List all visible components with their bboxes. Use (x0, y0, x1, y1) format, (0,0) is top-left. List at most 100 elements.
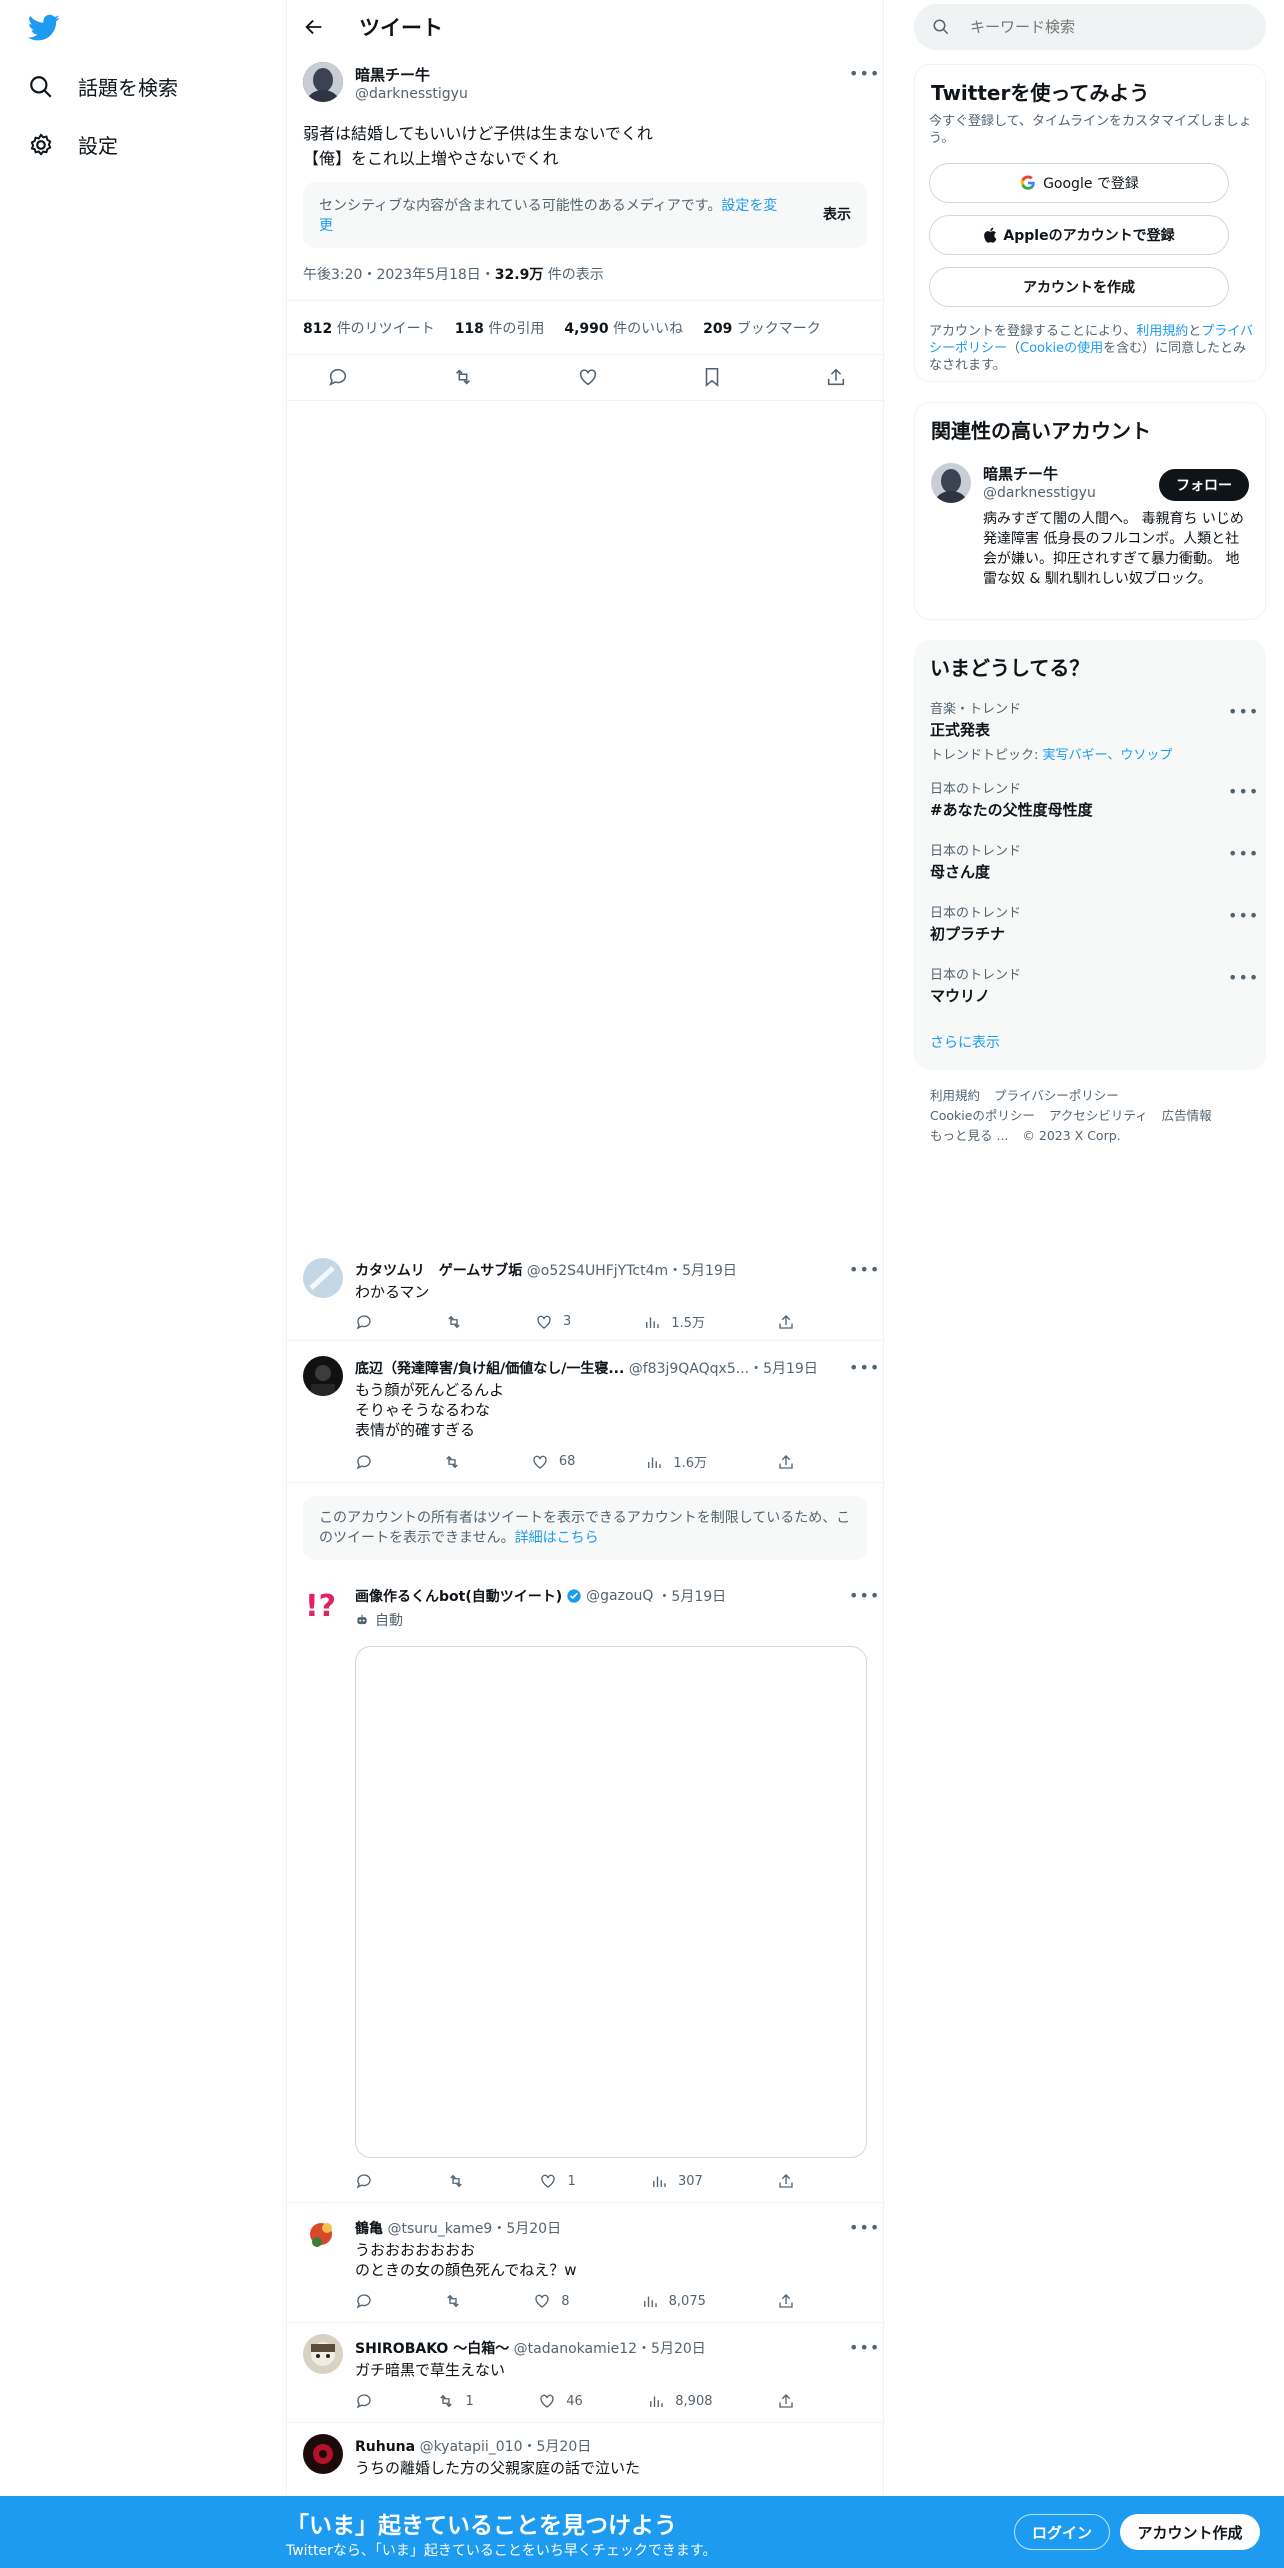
share-icon[interactable] (777, 1312, 795, 1331)
author-handle[interactable]: @darknesstigyu (355, 86, 468, 102)
reply-author-handle[interactable]: @tsuru_kame9 (387, 2221, 492, 2237)
reply-icon[interactable] (355, 2392, 373, 2410)
reply-date[interactable]: ・5月19日 (668, 1263, 737, 1279)
trend-item[interactable]: 日本のトレンド #あなたの父性度母性度 (930, 778, 1250, 820)
trend-item[interactable]: 日本のトレンド 初プラチナ (930, 902, 1250, 944)
avatar[interactable] (931, 463, 971, 503)
views-button[interactable]: 8,908 (647, 2392, 713, 2410)
signup-button[interactable]: アカウント作成 (1120, 2514, 1260, 2550)
views-button[interactable]: 1.6万 (645, 1452, 707, 1471)
like-button[interactable]: 46 (538, 2392, 583, 2410)
retweet-icon[interactable] (445, 1312, 463, 1331)
cookie-link[interactable]: Cookieの使用 (1020, 341, 1103, 356)
trend-topic-links[interactable]: 実写バギー、ウソップ (1043, 748, 1173, 763)
like-icon[interactable] (577, 366, 599, 388)
share-icon[interactable] (777, 2392, 795, 2410)
reply-author-name[interactable]: 鶴亀 (355, 2221, 383, 2237)
login-button[interactable]: ログイン (1014, 2514, 1110, 2550)
footer-link[interactable]: もっと見る ... (930, 1126, 1008, 1146)
avatar[interactable] (303, 1356, 343, 1396)
like-stat[interactable]: 4,990 件のいいね (564, 318, 683, 338)
quote-stat[interactable]: 118 件の引用 (455, 318, 545, 338)
like-button[interactable]: 68 (531, 1452, 575, 1471)
reply-author-handle[interactable]: @o52S4UHFjYTct4m (527, 1263, 668, 1279)
back-arrow-icon[interactable] (303, 16, 325, 38)
avatar[interactable] (303, 62, 343, 102)
reply-author-name[interactable]: 画像作るくんbot(自動ツイート) (355, 1586, 562, 1606)
more-options-icon[interactable]: ••• (849, 1586, 880, 1605)
trend-item[interactable]: 音楽・トレンド 正式発表 トレンドトピック: 実写バギー、ウソップ (930, 698, 1250, 763)
avatar[interactable] (303, 2434, 343, 2474)
share-icon[interactable] (777, 2172, 795, 2190)
more-options-icon[interactable]: ••• (1228, 968, 1259, 987)
reply-author-name[interactable]: 底辺（発達障害/負け組/価値なし/一生寝... (355, 1361, 624, 1377)
apple-signup-button[interactable]: Appleのアカウントで登録 (929, 215, 1229, 255)
more-options-icon[interactable]: ••• (1228, 782, 1259, 801)
reply-date[interactable]: ・5月20日 (637, 2341, 706, 2357)
reply-date[interactable]: ・5月20日 (492, 2221, 561, 2237)
reply-author-name[interactable]: カタツムリ ゲームサブ垢 (355, 1263, 522, 1279)
retweet-icon[interactable] (444, 2292, 462, 2310)
retweet-button[interactable]: 1 (437, 2392, 474, 2410)
retweet-icon[interactable] (447, 2172, 465, 2190)
search-input[interactable] (970, 16, 1250, 38)
footer-link[interactable]: Cookieのポリシー (930, 1106, 1035, 1126)
more-options-icon[interactable]: ••• (1228, 702, 1259, 721)
more-options-icon[interactable]: ••• (849, 1260, 880, 1279)
nav-settings[interactable]: 設定 (28, 130, 118, 159)
reply-date[interactable]: ・5月19日 (657, 1586, 726, 1606)
footer-link[interactable]: 利用規約 (930, 1086, 980, 1106)
like-button[interactable]: 1 (539, 2172, 576, 2190)
more-options-icon[interactable]: ••• (1228, 844, 1259, 863)
more-options-icon[interactable]: ••• (1228, 906, 1259, 925)
reply-author-name[interactable]: Ruhuna (355, 2439, 415, 2455)
trend-item[interactable]: 日本のトレンド マウリノ (930, 964, 1250, 1006)
avatar[interactable]: !? (303, 1582, 343, 1622)
reply-date[interactable]: ・5月19日 (749, 1361, 818, 1377)
avatar[interactable] (303, 2334, 343, 2374)
reply-icon[interactable] (327, 366, 349, 388)
avatar[interactable] (303, 2214, 343, 2254)
terms-link[interactable]: 利用規約 (1136, 324, 1188, 339)
account-handle[interactable]: @darknesstigyu (983, 485, 1096, 501)
twitter-logo-icon[interactable] (28, 14, 60, 42)
footer-link[interactable]: プライバシーポリシー (994, 1086, 1119, 1106)
reply-author-handle[interactable]: @gazouQ (586, 1588, 653, 1604)
retweet-icon[interactable] (451, 366, 475, 388)
retweet-icon[interactable] (443, 1452, 461, 1471)
reply-icon[interactable] (355, 2292, 373, 2310)
google-signup-button[interactable]: Google で登録 (929, 163, 1229, 203)
trend-item[interactable]: 日本のトレンド 母さん度 (930, 840, 1250, 882)
reply-icon[interactable] (355, 2172, 373, 2190)
create-account-button[interactable]: アカウントを作成 (929, 267, 1229, 307)
bookmark-stat[interactable]: 209 ブックマーク (703, 318, 821, 338)
bookmark-icon[interactable] (701, 366, 723, 388)
retweet-stat[interactable]: 812 件のリツイート (303, 318, 435, 338)
learn-more-link[interactable]: 詳細はこちら (515, 1530, 599, 1546)
account-name[interactable]: 暗黒チー牛 (983, 463, 1058, 484)
search-box[interactable] (914, 4, 1266, 50)
share-icon[interactable] (825, 366, 847, 388)
show-button[interactable]: 表示 (823, 204, 851, 224)
more-options-icon[interactable]: ••• (849, 2218, 880, 2237)
like-button[interactable]: 8 (533, 2292, 570, 2310)
like-button[interactable]: 3 (535, 1312, 571, 1331)
more-options-icon[interactable]: ••• (849, 2338, 880, 2357)
nav-explore[interactable]: 話題を検索 (28, 72, 178, 101)
more-options-icon[interactable]: ••• (849, 64, 880, 83)
footer-link[interactable]: アクセシビリティ (1049, 1106, 1148, 1126)
footer-link[interactable]: 広告情報 (1162, 1106, 1212, 1126)
share-icon[interactable] (777, 1452, 795, 1471)
more-options-icon[interactable]: ••• (849, 1358, 880, 1377)
reply-icon[interactable] (355, 1312, 373, 1331)
media-placeholder[interactable] (355, 1646, 867, 2158)
views-button[interactable]: 1.5万 (643, 1312, 705, 1331)
views-button[interactable]: 307 (650, 2172, 703, 2190)
reply-author-name[interactable]: SHIROBAKO 〜白箱〜 (355, 2341, 509, 2357)
avatar[interactable] (303, 1258, 343, 1298)
reply-author-handle[interactable]: @kyatapii_010 (420, 2439, 523, 2455)
show-more-link[interactable]: さらに表示 (930, 1032, 1000, 1052)
reply-icon[interactable] (355, 1452, 373, 1471)
follow-button[interactable]: フォロー (1159, 469, 1249, 501)
reply-date[interactable]: ・5月20日 (523, 2439, 592, 2455)
